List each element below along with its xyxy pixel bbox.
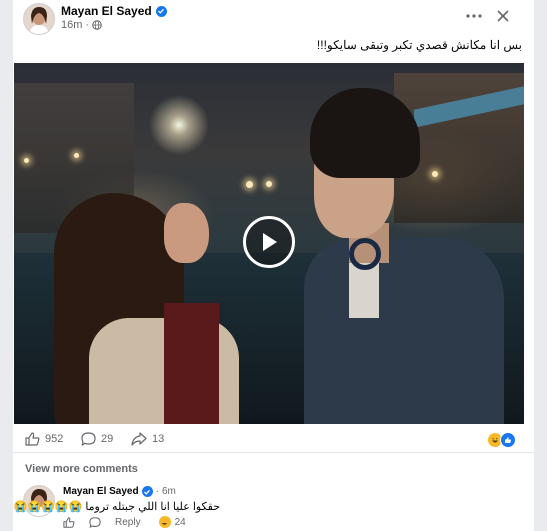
more-options-icon (466, 14, 482, 18)
haha-reaction-icon (158, 516, 171, 528)
like-icon (25, 432, 40, 446)
background-light (266, 181, 272, 187)
like-reaction-icon (500, 432, 516, 448)
background-light (74, 153, 79, 158)
post-author-name[interactable]: Mayan El Sayed (61, 4, 152, 18)
close-button[interactable] (492, 5, 514, 27)
video-figure-girl-face (164, 203, 209, 263)
play-button[interactable] (243, 216, 295, 268)
reaction-summary[interactable] (487, 432, 516, 448)
view-more-comments-link[interactable]: View more comments (25, 463, 138, 475)
post-author[interactable]: Mayan El Sayed (61, 4, 167, 18)
comment-time[interactable]: 6m (162, 486, 176, 497)
post-card: Mayan El Sayed 16m · بس انا مكانش قصدي ت… (13, 0, 534, 531)
share-button[interactable]: 13 (131, 432, 164, 446)
like-count: 952 (45, 433, 64, 445)
background-light (246, 181, 253, 188)
separator-dot: · (155, 486, 159, 497)
comment-text: حقكوا عليا انا اللي جبتله تروما 😭😭😭😭😭😭😭😭 (13, 501, 220, 513)
comment-actions: Reply 24 (63, 516, 186, 528)
comment-reply-icon[interactable] (89, 516, 101, 528)
reply-button[interactable]: Reply (115, 517, 141, 528)
separator-dot: · (85, 19, 90, 31)
share-icon (131, 432, 147, 446)
headphones (349, 238, 381, 270)
verified-badge-icon (155, 5, 167, 17)
author-avatar[interactable] (23, 3, 55, 35)
comment-reaction-count[interactable]: 24 (175, 517, 186, 528)
share-count: 13 (152, 433, 165, 445)
background-light (432, 171, 438, 177)
avatar-image (24, 4, 54, 34)
comment-author-name[interactable]: Mayan El Sayed (63, 486, 139, 497)
post-text: بس انا مكانش قصدي تكبر وتبقى سايكو!!! (316, 38, 522, 52)
comment-count: 29 (101, 433, 114, 445)
more-options-button[interactable] (463, 6, 485, 26)
post-time[interactable]: 16m (61, 19, 82, 31)
close-icon (497, 10, 509, 22)
verified-badge-icon (141, 486, 153, 497)
video-player[interactable] (14, 63, 524, 424)
comment-icon (81, 432, 96, 446)
comment-button[interactable]: 29 (81, 432, 113, 446)
divider (13, 452, 534, 453)
video-figure-boy-jacket (304, 238, 504, 424)
post-meta: 16m · (61, 19, 102, 31)
comment-author[interactable]: Mayan El Sayed · 6m (63, 486, 176, 497)
video-figure-girl-scarf (164, 303, 219, 424)
comment-like-icon[interactable] (63, 516, 75, 528)
background-light (24, 158, 29, 163)
like-button[interactable]: 952 (25, 432, 63, 446)
globe-icon (92, 20, 102, 30)
play-icon (263, 233, 277, 251)
